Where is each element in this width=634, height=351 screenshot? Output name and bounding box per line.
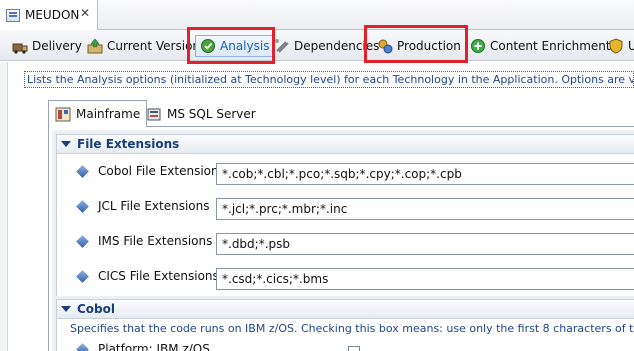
property-diamond-icon <box>76 164 89 178</box>
cobol-description: Specifies that the code runs on IBM z/OS… <box>70 322 634 335</box>
ims-extensions-label: IMS File Extensions <box>98 234 213 248</box>
shield-icon <box>609 38 623 54</box>
application-icon <box>6 8 20 22</box>
collapse-triangle-icon[interactable] <box>61 306 71 312</box>
production-icon <box>378 39 393 54</box>
tab-content-enrichment-label: Content Enrichment <box>490 39 611 53</box>
sql-server-icon <box>147 108 161 120</box>
current-version-icon <box>87 38 103 54</box>
content-enrichment-icon <box>471 39 485 53</box>
tab-analysis[interactable]: Analysis <box>195 35 275 57</box>
file-extensions-section-header[interactable]: File Extensions <box>56 134 634 154</box>
tab-delivery-label: Delivery <box>32 39 82 53</box>
cics-extensions-field[interactable]: *.csd;*.cics;*.bms <box>216 268 634 290</box>
left-gutter <box>0 62 8 351</box>
tab-overflow[interactable]: U <box>608 35 634 57</box>
file-extensions-title: File Extensions <box>77 137 180 151</box>
tab-analysis-label: Analysis <box>220 39 270 53</box>
technology-tab-bar: Mainframe MS SQL Server <box>48 100 634 127</box>
cobol-extensions-row: Cobol File Extensions <box>76 161 225 181</box>
jcl-extensions-label: JCL File Extensions <box>98 199 210 213</box>
tab-current-version-label: Current Version <box>107 39 201 53</box>
tab-current-version[interactable]: Current Version <box>87 35 200 57</box>
tab-dependencies[interactable]: Dependencies <box>274 35 379 57</box>
tab-dependencies-label: Dependencies <box>294 39 380 53</box>
collapse-triangle-icon[interactable] <box>61 141 71 147</box>
tab-ms-sql-server[interactable]: MS SQL Server <box>140 102 262 126</box>
property-diamond-icon <box>76 234 89 248</box>
tab-production-label: Production <box>397 39 461 53</box>
property-diamond-icon <box>76 269 89 283</box>
jcl-extensions-field[interactable]: *.jcl;*.prc;*.mbr;*.inc <box>216 198 634 220</box>
tab-content-enrichment[interactable]: Content Enrichment <box>470 35 611 57</box>
cobol-section-header[interactable]: Cobol <box>56 299 634 319</box>
platform-label: Platform: IBM z/OS <box>98 342 210 351</box>
tab-overflow-label: U <box>628 39 634 53</box>
cobol-extensions-field[interactable]: *.cob;*.cbl;*.pco;*.sqb;*.cpy;*.cop;*.cp… <box>216 163 634 185</box>
tab-ms-sql-server-label: MS SQL Server <box>167 107 256 121</box>
cics-extensions-row: CICS File Extensions <box>76 266 219 286</box>
ims-extensions-field[interactable]: *.dbd;*.psb <box>216 233 634 255</box>
dependencies-icon <box>275 39 289 53</box>
editor-tab-meudon[interactable]: MEUDON ✕ <box>0 0 98 30</box>
close-icon[interactable]: ✕ <box>79 7 91 19</box>
editor-tab-bar: MEUDON ✕ <box>0 0 634 30</box>
section-tab-bar: Delivery Current Version Analysis Depend… <box>0 30 634 61</box>
property-diamond-icon <box>76 199 89 213</box>
editor-tab-title: MEUDON <box>25 8 80 22</box>
analysis-icon <box>201 39 215 53</box>
tab-mainframe-label: Mainframe <box>76 107 141 121</box>
property-diamond-icon <box>76 342 89 351</box>
cobol-section-title: Cobol <box>77 302 115 316</box>
tab-mainframe[interactable]: Mainframe <box>48 100 148 127</box>
ims-extensions-row: IMS File Extensions <box>76 231 212 251</box>
jcl-extensions-row: JCL File Extensions <box>76 196 209 216</box>
tab-production[interactable]: Production <box>377 35 461 57</box>
mainframe-icon <box>55 107 71 121</box>
delivery-icon <box>12 43 28 54</box>
platform-checkbox[interactable] <box>348 346 360 351</box>
analysis-description: Lists the Analysis options (initialized … <box>24 71 634 88</box>
cobol-extensions-label: Cobol File Extensions <box>98 164 225 178</box>
tab-delivery[interactable]: Delivery <box>12 35 82 57</box>
cics-extensions-label: CICS File Extensions <box>98 269 219 283</box>
platform-row: Platform: IBM z/OS <box>76 342 210 351</box>
